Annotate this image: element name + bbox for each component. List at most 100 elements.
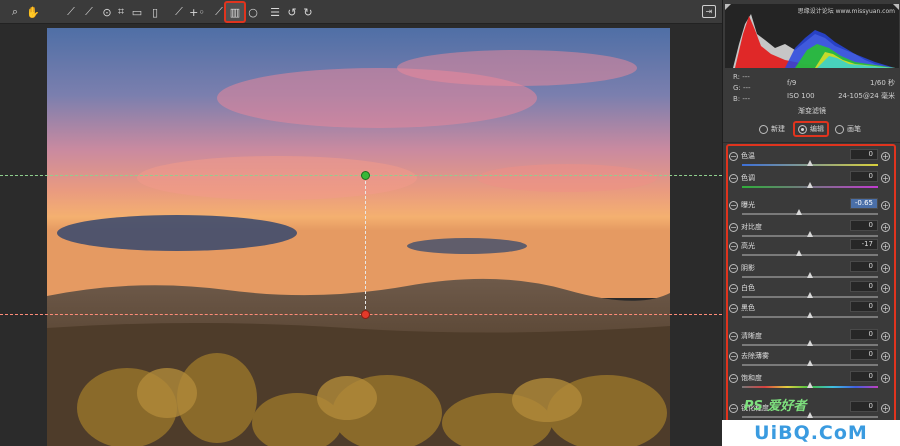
hand-icon[interactable]: ✋ — [24, 3, 42, 21]
straighten-icon[interactable]: ▭ — [128, 3, 146, 21]
plus-icon[interactable]: + — [881, 352, 890, 361]
plus-icon[interactable]: + — [881, 264, 890, 273]
filter-end-pin[interactable] — [361, 310, 370, 319]
slider-thumb[interactable] — [807, 182, 813, 188]
slider-value[interactable]: 0 — [850, 371, 878, 382]
white-balance-icon[interactable]: ⟋ — [62, 3, 80, 21]
minus-icon[interactable]: − — [729, 374, 738, 383]
slider-thumb[interactable] — [807, 360, 813, 366]
slider-row: − 曝光 -0.65 + — [728, 198, 894, 220]
minus-icon[interactable]: − — [729, 352, 738, 361]
g-value: G: --- — [733, 84, 751, 92]
color-sampler-icon[interactable]: ⟋ — [80, 3, 98, 21]
minus-icon[interactable]: − — [729, 201, 738, 210]
r-value: R: --- — [733, 73, 750, 81]
slider-label: 清晰度 — [741, 332, 762, 340]
slider-track[interactable] — [742, 213, 878, 215]
minus-icon[interactable]: − — [729, 242, 738, 251]
slider-value[interactable]: 0 — [850, 149, 878, 160]
mode-brush[interactable]: 画笔 — [835, 124, 861, 134]
spot-removal-icon[interactable]: ⟋ — [170, 3, 188, 21]
plus-icon[interactable]: + — [881, 174, 890, 183]
zoom-icon[interactable]: ⌕ — [6, 3, 24, 21]
slider-value[interactable]: 0 — [850, 329, 878, 340]
radio-selected-icon[interactable] — [798, 124, 807, 134]
filter-center-line[interactable] — [365, 176, 366, 314]
plus-icon[interactable]: + — [881, 201, 890, 210]
slider-value[interactable]: -0.65 — [850, 198, 878, 209]
histogram: 思缘设计论坛 www.missyuan.com — [725, 4, 899, 68]
minus-icon[interactable]: − — [729, 152, 738, 161]
slider-value[interactable]: 0 — [850, 349, 878, 360]
red-eye-icon[interactable]: +◦ — [188, 3, 206, 21]
slider-thumb[interactable] — [807, 231, 813, 237]
minus-icon[interactable]: − — [729, 404, 738, 413]
mode-edit[interactable]: 编辑 — [793, 121, 829, 137]
radial-filter-icon[interactable]: ○ — [244, 3, 262, 21]
slider-row: − 高光 -17 + — [728, 239, 894, 261]
minus-icon[interactable]: − — [729, 174, 738, 183]
slider-row: − 色温 0 + — [728, 149, 894, 171]
mode-edit-label: 编辑 — [810, 125, 824, 133]
rgb-readout: R: --- G: --- B: --- — [733, 72, 751, 105]
slider-label: 去除薄雾 — [741, 352, 769, 360]
slider-label: 白色 — [741, 284, 755, 292]
slider-value[interactable]: 0 — [850, 401, 878, 412]
minus-icon[interactable]: − — [729, 284, 738, 293]
radio-icon[interactable] — [835, 124, 844, 134]
minus-icon[interactable]: − — [729, 223, 738, 232]
slider-label: 对比度 — [741, 223, 762, 231]
slider-label: 饱和度 — [741, 374, 762, 382]
shutter: 1/60 秒 — [870, 79, 895, 87]
mode-new[interactable]: 新建 — [759, 124, 785, 134]
image-canvas[interactable] — [0, 24, 722, 446]
slider-thumb[interactable] — [796, 250, 803, 256]
plus-icon[interactable]: + — [881, 304, 890, 313]
slider-thumb[interactable] — [807, 412, 813, 418]
plus-icon[interactable]: + — [881, 284, 890, 293]
slider-label: 高光 — [741, 242, 755, 250]
rotate-right-icon[interactable]: ↻ — [299, 3, 317, 21]
slider-value[interactable]: -17 — [850, 239, 878, 250]
export-icon[interactable]: ⇥ — [702, 5, 716, 18]
b-value: B: --- — [733, 95, 750, 103]
slider-row: − 白色 0 + — [728, 281, 894, 303]
graduated-filter-icon[interactable]: ▥ — [224, 1, 246, 23]
slider-label: 曝光 — [741, 201, 755, 209]
transform-icon[interactable]: ▯ — [146, 3, 164, 21]
slider-label: 黑色 — [741, 304, 755, 312]
slider-value[interactable]: 0 — [850, 281, 878, 292]
slider-row: − 去除薄雾 0 + — [728, 349, 894, 371]
mode-new-label: 新建 — [771, 125, 785, 133]
camera-raw-window: ⌕ ✋ ⟋ ⟋ ⊙ ⌗ ▭ ▯ ⟋ +◦ ⟋ ▥ ○ ☰ ↺ ↻ ⇥ 思缘设计论… — [0, 0, 900, 446]
plus-icon[interactable]: + — [881, 332, 890, 341]
slider-thumb[interactable] — [807, 340, 813, 346]
filter-start-pin[interactable] — [361, 171, 370, 180]
minus-icon[interactable]: − — [729, 304, 738, 313]
slider-track[interactable] — [742, 254, 878, 256]
slider-value[interactable]: 0 — [850, 301, 878, 312]
slider-thumb[interactable] — [807, 312, 813, 318]
slider-value[interactable]: 0 — [850, 171, 878, 182]
slider-thumb[interactable] — [807, 272, 813, 278]
slider-value[interactable]: 0 — [850, 261, 878, 272]
plus-icon[interactable]: + — [881, 404, 890, 413]
slider-thumb[interactable] — [807, 382, 813, 388]
radio-icon[interactable] — [759, 124, 768, 134]
minus-icon[interactable]: − — [729, 264, 738, 273]
panel-title: 渐变滤镜 — [798, 107, 826, 115]
preferences-icon[interactable]: ☰ — [266, 3, 284, 21]
plus-icon[interactable]: + — [881, 374, 890, 383]
slider-thumb[interactable] — [796, 209, 803, 215]
camera-info: f/9 1/60 秒 ISO 100 24-105@24 毫米 — [787, 77, 895, 103]
plus-icon[interactable]: + — [881, 152, 890, 161]
plus-icon[interactable]: + — [881, 242, 890, 251]
slider-thumb[interactable] — [807, 160, 813, 166]
minus-icon[interactable]: − — [729, 332, 738, 341]
slider-label: 色温 — [741, 152, 755, 160]
slider-thumb[interactable] — [807, 292, 813, 298]
iso: ISO 100 — [787, 92, 815, 100]
slider-value[interactable]: 0 — [850, 220, 878, 231]
plus-icon[interactable]: + — [881, 223, 890, 232]
photo-render — [47, 28, 670, 446]
